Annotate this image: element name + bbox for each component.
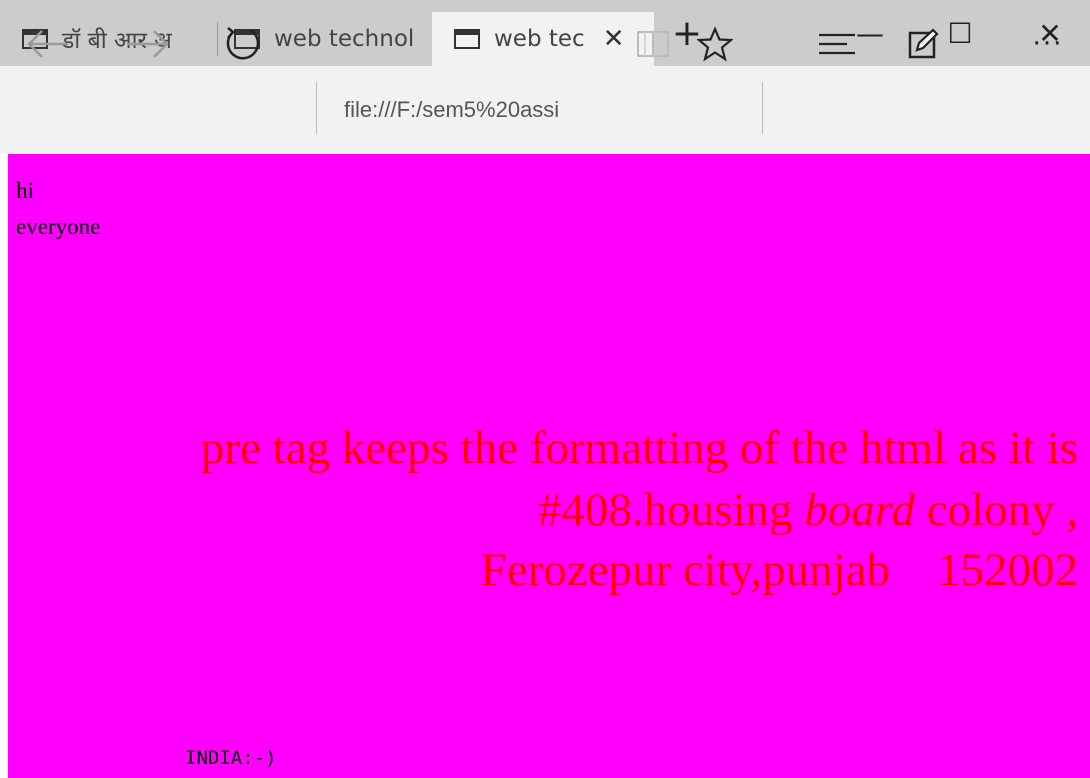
arrow-right-icon [128,30,169,58]
toolbar-separator [762,82,763,134]
hub-icon [819,33,855,55]
book-icon [637,31,669,57]
pre-line-3: Ferozepur city,punjab 152002 [480,544,1078,596]
tab-3-active[interactable]: web tec ✕ [432,12,654,66]
hub-button[interactable] [812,0,862,88]
pre-line-1: pre tag keeps the formatting of the html… [200,422,1078,474]
note-icon [908,28,939,59]
pre-line-2-start: #408.housing [537,484,805,536]
tab-title: web tec [494,26,585,52]
close-tab-icon[interactable]: ✕ [603,24,625,54]
address-text: file:///F:/sem5%20assi [344,97,560,122]
more-icon: ··· [1032,29,1064,59]
reading-view-button[interactable] [628,0,678,88]
page-content: hi everyone pre tag keeps the formatting… [8,154,1090,778]
text-everyone: everyone [16,214,101,239]
pre-line-2: #408.housing board colony , [538,484,1078,536]
arrow-left-icon [27,30,68,58]
pre-line-2-end: colony , [914,484,1078,536]
text-hi: hi [16,178,34,203]
tab-title: web technol [274,26,415,52]
india-text: INDIA:-) [185,747,277,769]
content-left-edge [0,154,8,778]
pre-line-2-emphasis: board [804,484,915,536]
address-bar[interactable]: file:///F:/sem5%20assi [344,66,629,154]
back-button[interactable] [18,0,78,88]
tab-page-icon [454,29,480,49]
star-icon [697,26,733,62]
forward-button[interactable] [118,0,178,88]
favorite-button[interactable] [690,0,740,88]
toolbar-separator [316,82,317,134]
refresh-button[interactable] [212,0,272,88]
web-note-button[interactable] [898,0,948,88]
refresh-icon [226,27,260,60]
more-button[interactable]: ··· [1018,0,1078,88]
